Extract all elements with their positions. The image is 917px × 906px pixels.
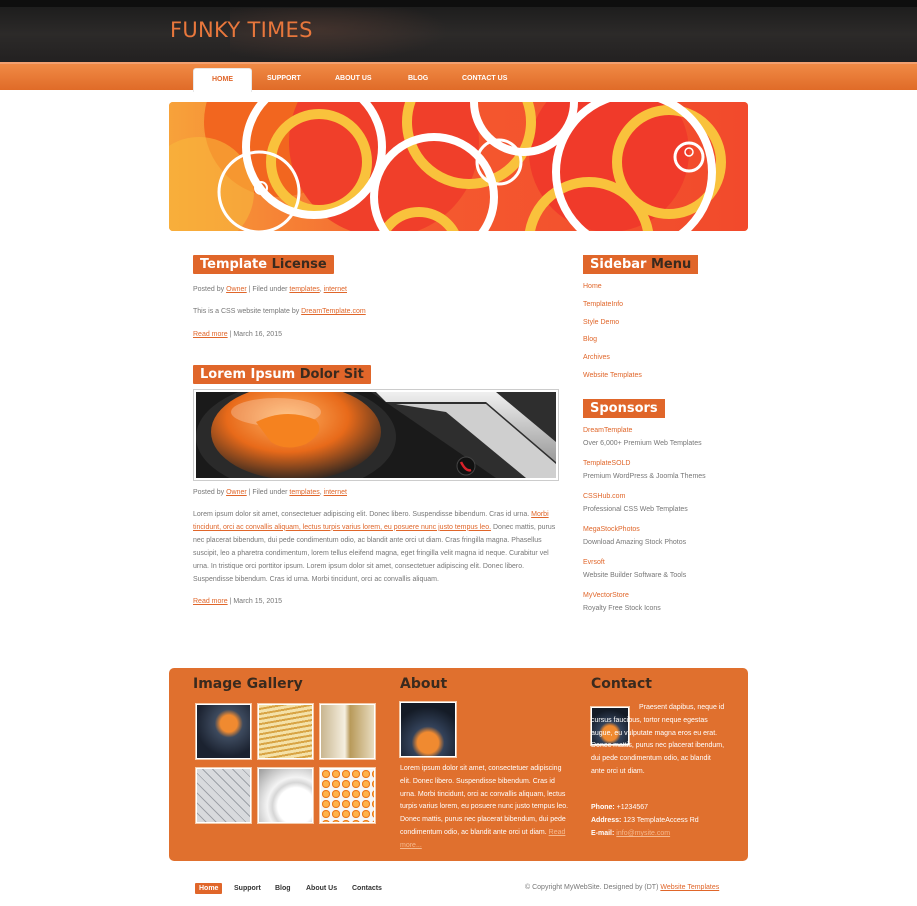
tag-link[interactable]: internet <box>324 286 347 293</box>
contact-email: E-mail: info@mysite.com <box>591 830 670 837</box>
gallery-thumb-globe[interactable] <box>195 703 252 760</box>
post-title-template-license[interactable]: Template License <box>193 255 334 274</box>
gallery-thumb-keyboard[interactable] <box>195 767 252 824</box>
contact-address: Address: 123 TemplateAccess Rd <box>591 817 699 824</box>
tag-link[interactable]: templates <box>289 489 319 496</box>
post-title-part-dark: License <box>271 257 327 272</box>
sidebar-item-style-demo[interactable]: Style Demo <box>583 319 619 326</box>
post-body-text: Lorem ipsum dolor sit amet, consectetuer… <box>193 511 532 518</box>
post-body: This is a CSS website template by DreamT… <box>193 308 366 315</box>
copyright-text: © Copyright MyWebSite. Designed by (DT) <box>525 884 661 891</box>
gallery-thumb-orange-balls[interactable] <box>319 767 376 824</box>
gallery-thumb-hourglass[interactable] <box>319 703 376 760</box>
post-title-lorem-ipsum[interactable]: Lorem Ipsum Dolor Sit <box>193 365 371 384</box>
email-label: E-mail: <box>591 830 615 837</box>
dreamtemplate-link[interactable]: DreamTemplate.com <box>301 308 366 315</box>
website-templates-link[interactable]: Website Templates <box>660 884 719 891</box>
sponsor-link[interactable]: TemplateSOLD <box>583 460 630 467</box>
phone-value: +1234567 <box>614 804 649 811</box>
sidebar-title-part-dark: Menu <box>650 257 692 272</box>
address-value: 123 TemplateAccess Rd <box>621 817 699 824</box>
gallery-thumb-sphere[interactable] <box>257 703 314 760</box>
post-image <box>193 389 559 481</box>
about-text: Lorem ipsum dolor sit amet, consectetuer… <box>400 763 570 853</box>
bottom-nav-home[interactable]: Home <box>195 883 223 894</box>
address-label: Address: <box>591 817 622 824</box>
bottom-nav-contacts[interactable]: Contacts <box>348 883 386 894</box>
post-footer: Read more | March 16, 2015 <box>193 331 282 338</box>
sponsor-desc: Download Amazing Stock Photos <box>583 539 687 546</box>
sponsor-link[interactable]: MyVectorStore <box>583 592 629 599</box>
sponsor-link[interactable]: MegaStockPhotos <box>583 526 640 533</box>
globe-phone-photo <box>196 392 556 478</box>
bottom-nav-about-us[interactable]: About Us <box>302 883 341 894</box>
meta-text: | Filed under <box>246 489 290 496</box>
sponsor-desc: Royalty Free Stock Icons <box>583 605 661 612</box>
post-title-part: Lorem Ipsum <box>200 367 300 382</box>
tag-link[interactable]: internet <box>324 489 347 496</box>
sidebar-item-blog[interactable]: Blog <box>583 336 597 343</box>
post-title-part: Template <box>200 257 272 272</box>
about-heading: About <box>400 676 448 692</box>
tag-link[interactable]: templates <box>289 286 319 293</box>
sidebar-menu-title: Sidebar Menu <box>583 255 699 274</box>
post-meta: Posted by Owner | Filed under templates,… <box>193 489 347 496</box>
bottom-nav-blog[interactable]: Blog <box>271 883 295 894</box>
sidebar-item-templateinfo[interactable]: TemplateInfo <box>583 301 623 308</box>
sponsors-title: Sponsors <box>583 399 665 418</box>
email-link[interactable]: info@mysite.com <box>616 830 670 837</box>
sponsor-desc: Over 6,000+ Premium Web Templates <box>583 440 702 447</box>
site-title[interactable]: FUNKY TIMES <box>170 18 313 42</box>
contact-heading: Contact <box>591 676 652 692</box>
about-paragraph: Lorem ipsum dolor sit amet, consectetuer… <box>400 765 569 836</box>
meta-text: Posted by <box>193 489 227 496</box>
contact-phone: Phone: +1234567 <box>591 804 648 811</box>
header-banner-image <box>169 102 748 231</box>
sidebar-item-website-templates[interactable]: Website Templates <box>583 372 642 379</box>
phone-label: Phone: <box>591 804 615 811</box>
sponsor-link[interactable]: DreamTemplate <box>583 427 632 434</box>
read-more-link[interactable]: Read more <box>193 331 228 338</box>
post-date: | March 15, 2015 <box>227 598 282 605</box>
nav-support[interactable]: SUPPORT <box>249 68 319 92</box>
bottom-nav-support[interactable]: Support <box>230 883 265 894</box>
sidebar-item-home[interactable]: Home <box>583 283 602 290</box>
author-link[interactable]: Owner <box>226 286 247 293</box>
sponsor-link[interactable]: Evrsoft <box>583 559 605 566</box>
gallery-thumb-plate[interactable] <box>257 767 314 824</box>
post-meta: Posted by Owner | Filed under templates,… <box>193 286 347 293</box>
post-date: | March 16, 2015 <box>227 331 282 338</box>
sponsor-desc: Professional CSS Web Templates <box>583 506 688 513</box>
nav-blog[interactable]: BLOG <box>390 68 446 92</box>
post-body-text: Donec mattis, purus nec placerat bibendu… <box>193 523 556 583</box>
copyright: © Copyright MyWebSite. Designed by (DT) … <box>525 884 719 891</box>
read-more-link[interactable]: Read more <box>193 598 228 605</box>
nav-home[interactable]: HOME <box>193 68 252 92</box>
post-footer: Read more | March 15, 2015 <box>193 598 282 605</box>
sidebar-item-archives[interactable]: Archives <box>583 354 610 361</box>
meta-text: | Filed under <box>246 286 290 293</box>
sponsor-link[interactable]: CSSHub.com <box>583 493 625 500</box>
image-gallery-heading: Image Gallery <box>193 676 303 692</box>
sponsor-desc: Premium WordPress & Joomla Themes <box>583 473 706 480</box>
sponsor-desc: Website Builder Software & Tools <box>583 572 687 579</box>
contact-text: Praesent dapibus, neque id cursus faucib… <box>591 704 725 775</box>
swirl-graphic <box>169 102 748 231</box>
post-body: Lorem ipsum dolor sit amet, consectetuer… <box>193 509 566 586</box>
main-nav: HOME SUPPORT ABOUT US BLOG CONTACT US <box>0 62 917 92</box>
author-link[interactable]: Owner <box>226 489 247 496</box>
nav-about-us[interactable]: ABOUT US <box>317 68 390 92</box>
site-header: FUNKY TIMES <box>0 0 917 62</box>
post-body-text: This is a CSS website template by <box>193 308 302 315</box>
about-image <box>399 701 457 758</box>
nav-contact-us[interactable]: CONTACT US <box>444 68 525 92</box>
meta-text: Posted by <box>193 286 227 293</box>
post-title-part-dark: Dolor Sit <box>299 367 364 382</box>
sidebar-title-part: Sidebar <box>590 257 651 272</box>
